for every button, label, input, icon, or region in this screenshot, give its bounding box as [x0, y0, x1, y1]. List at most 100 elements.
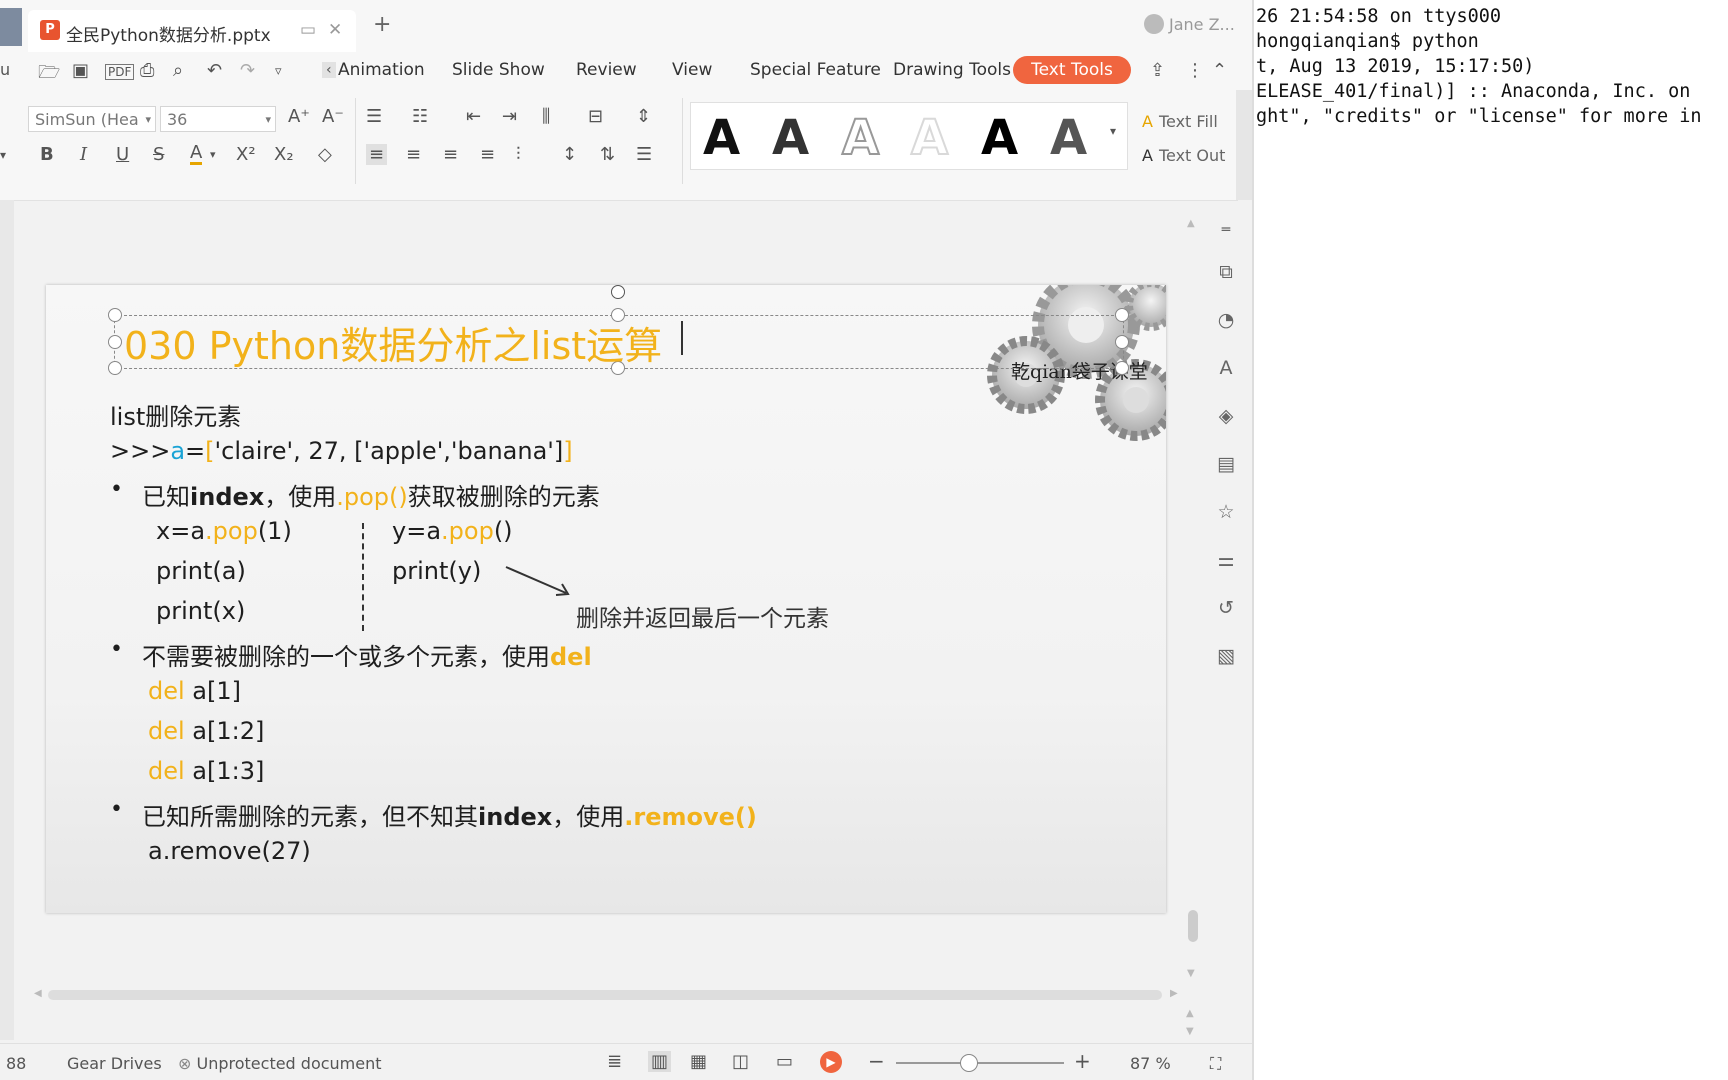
text-direction-icon[interactable]: ⫼	[542, 106, 550, 127]
share-icon[interactable]: ⇪	[1150, 60, 1165, 81]
print-preview-icon[interactable]: ⌕	[173, 60, 183, 81]
font-color-dropdown-icon[interactable]: ▾	[210, 148, 216, 161]
bold-icon[interactable]: B	[40, 144, 54, 165]
rotate-handle[interactable]	[611, 285, 625, 299]
play-slideshow-icon[interactable]: ▶	[820, 1051, 842, 1073]
increase-indent-icon[interactable]: ⇥	[502, 106, 517, 127]
theme-name[interactable]: Gear Drives	[67, 1054, 162, 1073]
text-fill-button[interactable]: A Text Fill	[1142, 112, 1218, 131]
font-name-select[interactable]: SimSun (Hea ▾	[28, 106, 156, 132]
horizontal-scrollbar[interactable]	[48, 990, 1162, 1000]
increase-font-size-icon[interactable]: A⁺	[288, 106, 310, 127]
pin-window-icon[interactable]: ▭	[300, 20, 316, 40]
underline-icon[interactable]: U	[116, 144, 129, 165]
shape-icon[interactable]: ◔	[1214, 308, 1238, 332]
save-icon[interactable]: ▣	[72, 60, 89, 81]
resize-handle[interactable]	[1115, 308, 1129, 322]
zoom-level[interactable]: 87 %	[1130, 1054, 1171, 1073]
presenter-view-icon[interactable]: ▭	[776, 1051, 793, 1072]
undo-icon[interactable]: ↶	[207, 60, 222, 81]
subscript-icon[interactable]: X₂	[274, 144, 294, 165]
vertical-scroll-thumb[interactable]	[1188, 910, 1198, 942]
image-icon[interactable]: ▧	[1214, 644, 1238, 668]
next-slide-icon[interactable]: ▼	[1186, 1026, 1194, 1037]
customize-toolbar-icon[interactable]: ▿	[275, 64, 282, 79]
justify-icon[interactable]: ≡	[480, 144, 495, 165]
scroll-left-icon[interactable]: ◀	[34, 988, 42, 999]
strikethrough-icon[interactable]: S	[153, 144, 164, 165]
font-color-icon[interactable]: A	[190, 144, 203, 165]
fill-icon[interactable]: ◈	[1214, 404, 1238, 428]
distribute-icon[interactable]: ⫶	[516, 144, 521, 165]
history-icon[interactable]: ↺	[1214, 596, 1238, 620]
menu-review[interactable]: Review	[576, 60, 637, 80]
wordart-style-5[interactable]: A	[981, 110, 1018, 166]
select-icon[interactable]: ⧉	[1214, 260, 1238, 284]
menu-view[interactable]: View	[672, 60, 712, 80]
slide-panel-collapsed[interactable]	[0, 200, 14, 1040]
text-outline-button[interactable]: A Text Out	[1142, 146, 1225, 165]
collapse-ribbon-icon[interactable]: ⌃	[1212, 60, 1227, 81]
clear-format-icon[interactable]: ◇	[318, 144, 332, 165]
menu-special-feature[interactable]: Special Feature	[750, 60, 881, 80]
align-center-icon[interactable]: ≡	[406, 144, 421, 165]
resize-handle[interactable]	[108, 361, 122, 375]
zoom-in-icon[interactable]: +	[1074, 1049, 1091, 1073]
numbered-list-icon[interactable]: ☷	[412, 106, 428, 127]
resize-handle[interactable]	[1115, 335, 1129, 349]
align-right-icon[interactable]: ≡	[443, 144, 458, 165]
slide-title[interactable]: 030 Python数据分析之list运算	[124, 315, 662, 370]
terminal-window[interactable]: 26 21:54:58 on ttys000 hongqianqian$ pyt…	[1252, 0, 1728, 1080]
zoom-slider[interactable]	[896, 1062, 1064, 1064]
wordart-style-4[interactable]: A	[910, 109, 949, 167]
wordart-more-icon[interactable]: ▾	[1110, 124, 1116, 138]
wordart-style-1[interactable]: A	[703, 110, 740, 166]
font-size-select[interactable]: 36 ▾	[160, 106, 276, 132]
menu-drawing-tools[interactable]: Drawing Tools	[893, 60, 1011, 80]
text-style-icon[interactable]: A	[1214, 356, 1238, 380]
normal-view-icon[interactable]: ▥	[648, 1051, 672, 1072]
smartart-icon[interactable]: ⇕	[636, 106, 651, 127]
decrease-font-size-icon[interactable]: A⁻	[322, 106, 344, 127]
italic-icon[interactable]: I	[80, 144, 87, 165]
wordart-style-2[interactable]: A	[772, 110, 809, 166]
document-tab[interactable]: P 全民Python数据分析.pptx ▭ ✕	[28, 10, 356, 52]
align-left-icon[interactable]: ≡	[366, 144, 388, 165]
scroll-down-icon[interactable]: ▼	[1187, 968, 1195, 979]
notes-icon[interactable]: ≣	[607, 1051, 622, 1072]
decrease-indent-icon[interactable]: ⇤	[466, 106, 481, 127]
resize-handle[interactable]	[108, 335, 122, 349]
ribbon-scrollbar[interactable]	[1236, 90, 1252, 200]
spacing-options-icon[interactable]: ☰	[636, 144, 652, 165]
menu-cut-label[interactable]: u	[0, 60, 10, 79]
new-tab-button[interactable]: +	[373, 12, 391, 37]
wordart-style-6[interactable]: A	[1050, 110, 1087, 166]
superscript-icon[interactable]: X²	[236, 144, 256, 165]
print-icon[interactable]: ⎙	[140, 60, 154, 81]
zoom-out-icon[interactable]: −	[868, 1049, 885, 1073]
fit-window-icon[interactable]: ⛶	[1210, 1054, 1221, 1074]
animation-star-icon[interactable]: ☆	[1214, 500, 1238, 524]
layers-icon[interactable]: ▤	[1214, 452, 1238, 476]
resize-handle[interactable]	[1115, 361, 1129, 375]
protection-status[interactable]: ⊗ Unprotected document	[178, 1054, 382, 1073]
scroll-up-icon[interactable]: ▲	[1187, 218, 1195, 229]
reading-view-icon[interactable]: ◫	[732, 1051, 749, 1072]
export-pdf-icon[interactable]: PDF	[105, 64, 135, 80]
more-options-icon[interactable]: ⋮	[1186, 60, 1204, 81]
paragraph-spacing-icon[interactable]: ⇅	[600, 144, 615, 165]
menu-animation[interactable]: Animation	[338, 60, 425, 80]
open-file-icon[interactable]: 🗁	[38, 60, 60, 90]
user-account[interactable]: Jane Z...	[1144, 14, 1235, 34]
menu-slide-show[interactable]: Slide Show	[452, 60, 545, 80]
redo-icon[interactable]: ↷	[240, 60, 255, 81]
align-text-icon[interactable]: ⊟	[588, 106, 603, 127]
menu-text-tools[interactable]: Text Tools	[1013, 56, 1131, 84]
scroll-right-icon[interactable]: ▶	[1170, 988, 1178, 999]
line-spacing-icon[interactable]: ↕	[562, 144, 577, 165]
ribbon-left-expand-icon[interactable]: ▾	[0, 148, 6, 162]
bullet-list-icon[interactable]: ☰	[366, 106, 382, 127]
scroll-menu-left-icon[interactable]: ‹	[322, 62, 336, 78]
resize-handle[interactable]	[108, 308, 122, 322]
close-tab-icon[interactable]: ✕	[328, 20, 342, 40]
